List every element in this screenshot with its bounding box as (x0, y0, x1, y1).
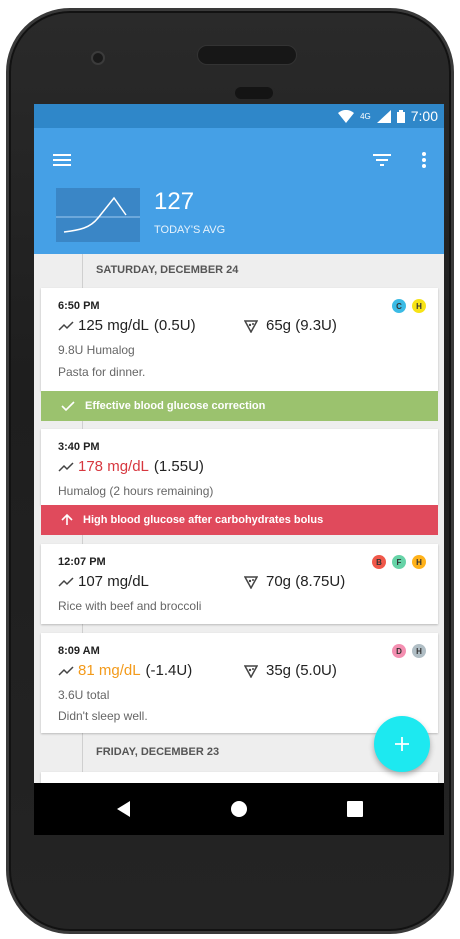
entry-note: Pasta for dinner. (58, 365, 146, 379)
tag-badge: H (412, 555, 426, 569)
entry-insulin-note: 3.6U total (58, 688, 110, 702)
carbs-amount: 70g (8.75U) (266, 573, 346, 590)
alert-text: Effective blood glucose correction (85, 400, 266, 412)
alert-banner-correction[interactable]: Effective blood glucose correction (41, 391, 438, 421)
battery-icon (396, 109, 405, 123)
log-entry-card[interactable]: 6:50 PM C H 125 mg/dL (0.5U) 65g (9.3U) … (41, 288, 438, 391)
tag-badge: F (392, 555, 406, 569)
status-bar: 4G 7:00 (34, 104, 444, 128)
earpiece-speaker (197, 45, 297, 65)
entry-tags: C H (392, 299, 426, 313)
day-header-friday: FRIDAY, DECEMBER 23 (96, 746, 220, 758)
carbs-amount: 65g (9.3U) (266, 317, 337, 334)
trend-icon (58, 576, 74, 587)
tag-badge: H (412, 299, 426, 313)
entry-time: 6:50 PM (58, 300, 100, 312)
tag-badge: B (372, 555, 386, 569)
alert-text: High blood glucose after carbohydrates b… (83, 514, 324, 526)
day-header-saturday: SATURDAY, DECEMBER 24 (96, 264, 239, 276)
glucose-reading: 107 mg/dL (78, 573, 149, 590)
carbs-icon (244, 319, 258, 333)
trend-icon (58, 320, 74, 331)
glucose-sparkline-chart[interactable] (56, 188, 140, 242)
system-navigation-bar (34, 783, 444, 835)
trend-icon (58, 461, 74, 472)
arrow-up-icon (61, 514, 73, 525)
app-bar: 127 TODAY'S AVG (34, 128, 444, 254)
more-vert-icon[interactable] (412, 148, 436, 172)
entry-insulin-note: Humalog (2 hours remaining) (58, 484, 214, 498)
glucose-reading-low: 81 mg/dL (78, 662, 141, 679)
clock: 7:00 (410, 108, 438, 124)
proximity-sensor (235, 87, 273, 99)
log-entry-card[interactable]: 3:40 PM 178 mg/dL (1.55U) Humalog (2 hou… (41, 429, 438, 505)
entry-note: Rice with beef and broccoli (58, 599, 202, 613)
entry-insulin-note: 9.8U Humalog (58, 343, 135, 357)
hamburger-menu-icon[interactable] (50, 148, 74, 172)
signal-icon (376, 109, 391, 123)
todays-average-value: 127 (154, 188, 195, 215)
entry-note: Didn't sleep well. (58, 709, 148, 723)
home-icon[interactable] (230, 800, 248, 818)
insulin-dose: (1.55U) (153, 458, 204, 475)
front-camera (91, 51, 105, 65)
alert-banner-high-glucose[interactable]: High blood glucose after carbohydrates b… (41, 505, 438, 535)
log-entry-card[interactable]: 12:07 PM B F H 107 mg/dL 70g (8.75U) Ric… (41, 544, 438, 624)
network-type-label: 4G (360, 111, 371, 121)
entry-tags: D H (392, 644, 426, 658)
filter-icon[interactable] (370, 148, 394, 172)
carbs-icon (244, 664, 258, 678)
entry-tags: B F H (372, 555, 426, 569)
insulin-dose: (-1.4U) (145, 662, 193, 679)
insulin-dose: (0.5U) (153, 317, 196, 334)
check-icon (61, 401, 75, 412)
tag-badge: C (392, 299, 406, 313)
trend-icon (58, 665, 74, 676)
tag-badge: H (412, 644, 426, 658)
glucose-reading-high: 178 mg/dL (78, 458, 149, 475)
todays-average-label: TODAY'S AVG (154, 224, 226, 236)
plus-icon (395, 737, 409, 751)
entry-time: 8:09 AM (58, 645, 100, 657)
carbs-amount: 35g (5.0U) (266, 662, 337, 679)
carbs-icon (244, 575, 258, 589)
add-entry-button[interactable] (374, 716, 430, 772)
glucose-reading: 125 mg/dL (78, 317, 149, 334)
tag-badge: D (392, 644, 406, 658)
wifi-icon (338, 109, 355, 123)
entry-time: 3:40 PM (58, 441, 100, 453)
back-icon[interactable] (116, 800, 132, 818)
entry-time: 12:07 PM (58, 556, 106, 568)
recents-icon[interactable] (347, 801, 363, 817)
app-screen: 4G 7:00 127 TODAY'S AVG SATURDAY, DECEMB… (34, 104, 444, 835)
log-entry-card[interactable]: 8:09 AM D H 81 mg/dL (-1.4U) 35g (5.0U) … (41, 633, 438, 733)
